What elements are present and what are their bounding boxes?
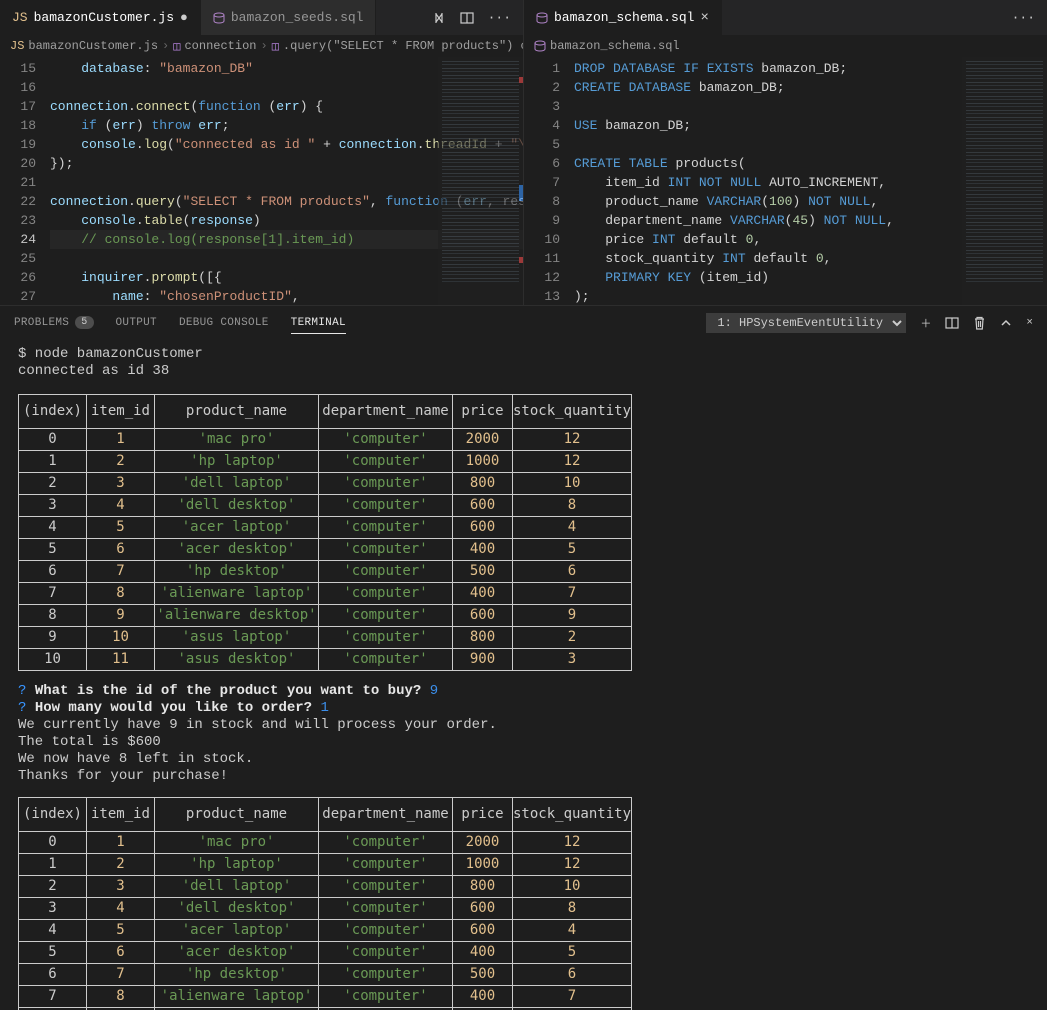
line-gutter: 12345678910111213 — [524, 57, 574, 305]
line-gutter: 15161718192021222324252627 — [0, 57, 50, 305]
tab-bamazon-schema[interactable]: bamazon_schema.sql × — [524, 0, 722, 35]
breadcrumb-file: bamazon_schema.sql — [550, 39, 680, 53]
breadcrumb-right[interactable]: bamazon_schema.sql — [524, 35, 1047, 57]
problems-count-badge: 5 — [75, 316, 93, 329]
panel-tab-terminal[interactable]: TERMINAL — [291, 317, 346, 334]
split-editor-icon[interactable] — [460, 11, 474, 25]
breadcrumb-file: bamazonCustomer.js — [28, 39, 158, 53]
terminal-line: We now have 8 left in stock. — [18, 751, 1029, 768]
terminal-line: The total is $600 — [18, 734, 1029, 751]
panel-tab-debug[interactable]: DEBUG CONSOLE — [179, 317, 269, 329]
tab-label: bamazonCustomer.js — [34, 10, 174, 25]
terminal-line: We currently have 9 in stock and will pr… — [18, 717, 1029, 734]
more-actions-icon[interactable]: ··· — [1012, 10, 1035, 25]
terminal-line: $ node bamazonCustomer — [18, 346, 1029, 363]
terminal-selector-dropdown[interactable]: 1: HPSystemEventUtility — [706, 313, 906, 333]
breadcrumb-left[interactable]: JS bamazonCustomer.js › ◫ connection › ◫… — [0, 35, 523, 57]
minimap[interactable] — [438, 57, 523, 305]
panel-actions: 1: HPSystemEventUtility ＋ × — [706, 313, 1033, 333]
sql-file-icon — [534, 40, 546, 52]
tab-label: bamazon_seeds.sql — [231, 10, 364, 25]
js-file-icon: JS — [12, 10, 28, 25]
code-editor-right[interactable]: 12345678910111213 DROP DATABASE IF EXIST… — [524, 57, 1047, 305]
close-panel-icon[interactable]: × — [1026, 317, 1033, 329]
chevron-right-icon: › — [162, 39, 169, 53]
panel-tab-problems[interactable]: PROBLEMS 5 — [14, 316, 94, 329]
editor-pane-left: JS bamazonCustomer.js ● bamazon_seeds.sq… — [0, 0, 524, 305]
tabs-left: JS bamazonCustomer.js ● bamazon_seeds.sq… — [0, 0, 523, 35]
terminal-line: connected as id 38 — [18, 363, 1029, 380]
products-table: (index)item_idproduct_namedepartment_nam… — [18, 394, 632, 671]
tab-label: bamazon_schema.sql — [554, 10, 694, 25]
unsaved-indicator-icon: ● — [180, 10, 188, 25]
tab-bamazon-customer[interactable]: JS bamazonCustomer.js ● — [0, 0, 201, 35]
tabs-right: bamazon_schema.sql × ··· — [524, 0, 1047, 35]
sql-file-icon — [536, 12, 548, 24]
products-table-updated: (index)item_idproduct_namedepartment_nam… — [18, 797, 632, 1010]
minimap[interactable] — [962, 57, 1047, 305]
js-file-icon: JS — [10, 39, 24, 53]
split-terminal-icon[interactable] — [945, 316, 959, 330]
maximize-panel-icon[interactable] — [1000, 317, 1012, 329]
chevron-right-icon: › — [260, 39, 267, 53]
new-terminal-icon[interactable]: ＋ — [920, 315, 931, 331]
symbol-icon: ◫ — [272, 39, 279, 54]
breadcrumb-part: connection — [184, 39, 256, 53]
panel-tabs: PROBLEMS 5 OUTPUT DEBUG CONSOLE TERMINAL… — [0, 306, 1047, 340]
symbol-icon: ◫ — [173, 39, 180, 54]
terminal-line: Thanks for your purchase! — [18, 768, 1029, 785]
editor-pane-right: bamazon_schema.sql × ··· bamazon_schema.… — [524, 0, 1047, 305]
tab-actions-left: ··· — [420, 0, 523, 35]
tab-actions-right: ··· — [1000, 0, 1047, 35]
code-editor-left[interactable]: 15161718192021222324252627 database: "ba… — [0, 57, 523, 305]
kill-terminal-icon[interactable] — [973, 316, 986, 330]
tab-bamazon-seeds[interactable]: bamazon_seeds.sql — [201, 0, 377, 35]
panel-tab-output[interactable]: OUTPUT — [116, 317, 157, 329]
compare-changes-icon[interactable] — [432, 11, 446, 25]
bottom-panel: PROBLEMS 5 OUTPUT DEBUG CONSOLE TERMINAL… — [0, 305, 1047, 1010]
sql-file-icon — [213, 12, 225, 24]
terminal-line: ? What is the id of the product you want… — [18, 683, 1029, 700]
terminal-output[interactable]: $ node bamazonCustomer connected as id 3… — [0, 340, 1047, 1010]
close-icon[interactable]: × — [700, 10, 708, 26]
terminal-line: ? How many would you like to order? 1 — [18, 700, 1029, 717]
more-actions-icon[interactable]: ··· — [488, 10, 511, 25]
breadcrumb-part: .query("SELECT * FROM products") callbac… — [283, 39, 523, 53]
